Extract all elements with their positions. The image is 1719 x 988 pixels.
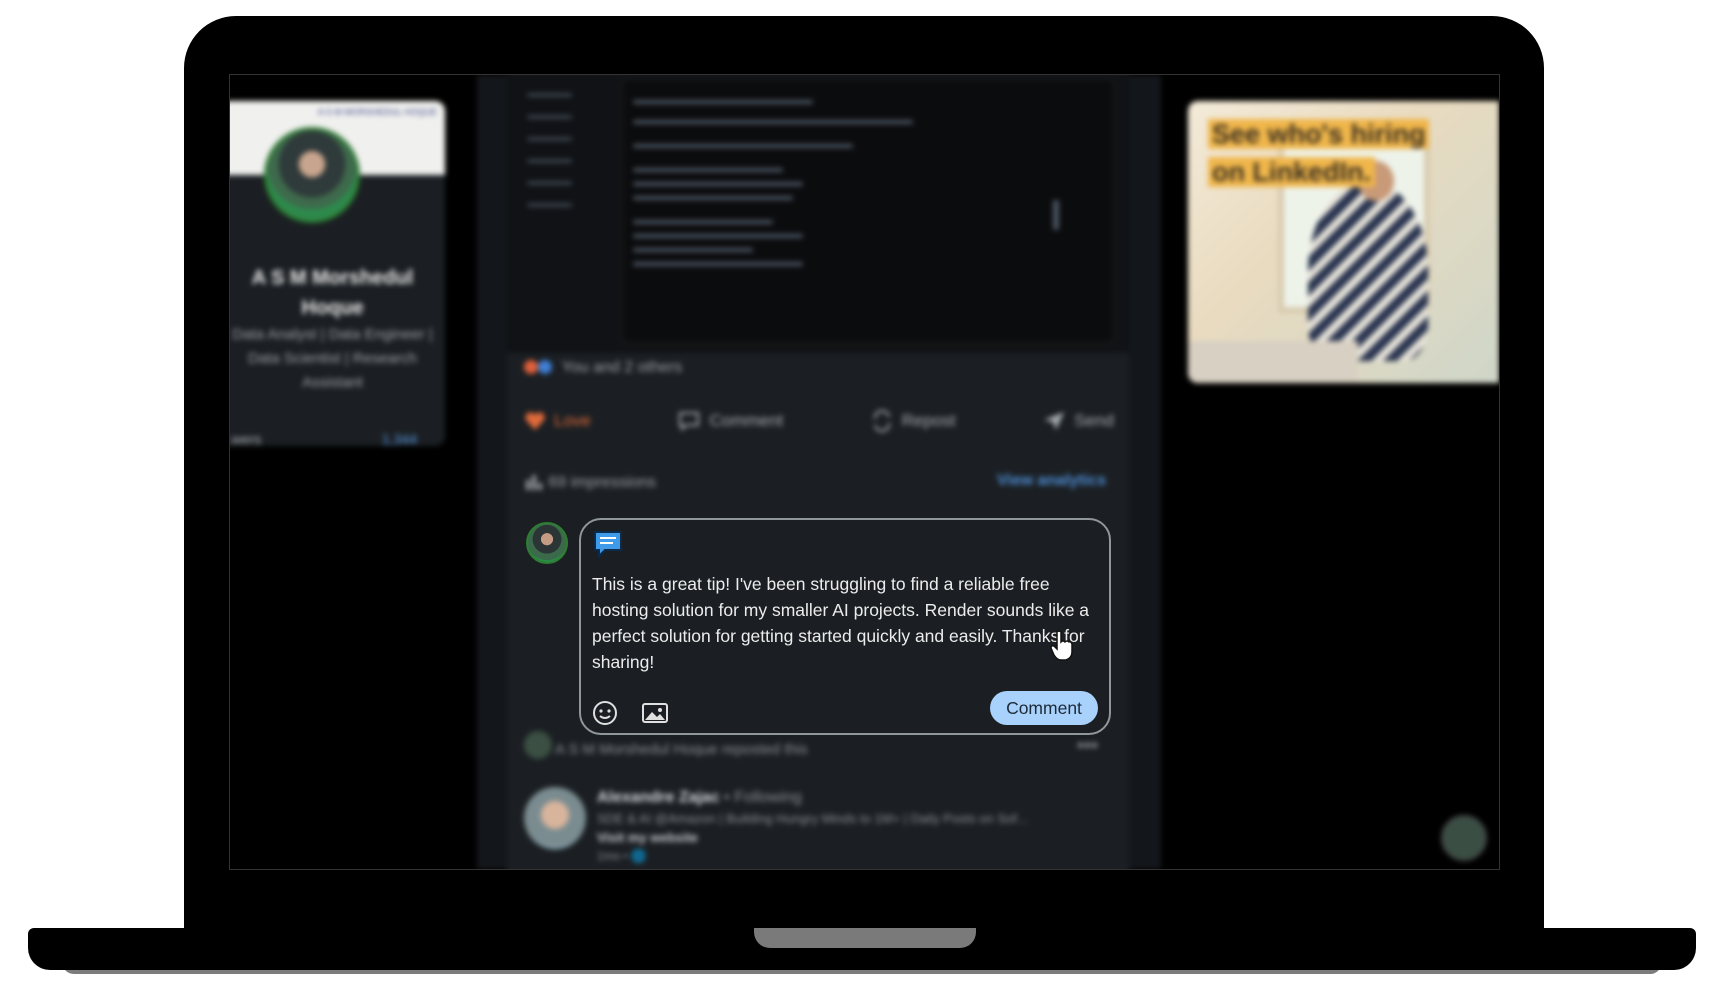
hand-cursor-icon (1050, 630, 1073, 661)
love-reaction-icon (524, 360, 538, 374)
code-sidebar-line (527, 93, 572, 97)
author-avatar[interactable] (524, 787, 586, 849)
comment-action-label: Comment (709, 411, 784, 430)
love-button[interactable]: Love (524, 409, 591, 433)
code-line (633, 248, 753, 252)
screen: A S M MORSHEDUL HOQUE A S M Morshedul Ho… (229, 74, 1500, 870)
send-button[interactable]: Send (1042, 409, 1114, 433)
post-time: 1mo • 🌐 (597, 849, 647, 863)
impressions: 69 impressions (524, 472, 656, 492)
profile-card[interactable]: A S M MORSHEDUL HOQUE A S M Morshedul Ho… (230, 101, 445, 446)
post-image[interactable] (507, 75, 1129, 353)
reactions-text: You and 2 others (561, 359, 683, 376)
reactions-summary[interactable]: You and 2 others (524, 359, 682, 377)
reposter-avatar[interactable] (524, 731, 552, 759)
ad-laptop-graphic (1188, 341, 1358, 383)
code-scrollbar (1053, 200, 1059, 230)
code-sidebar-line (527, 137, 572, 141)
author-headline: SDE & AI @Amazon | Building Hungry Minds… (597, 811, 1028, 826)
code-line (633, 262, 803, 266)
emoji-icon[interactable] (592, 700, 618, 726)
image-icon[interactable] (641, 700, 669, 726)
profile-stat-value[interactable]: 1,344 (382, 431, 417, 446)
author-name[interactable]: Alexandre Zajac (597, 789, 720, 806)
ad-headline-line1: See who's hiring (1208, 119, 1430, 149)
comment-submit-button[interactable]: Comment (990, 691, 1098, 725)
following-status: • Following (719, 789, 802, 806)
code-sidebar-line (527, 181, 572, 185)
hiring-ad[interactable]: See who's hiring on LinkedIn. (1188, 101, 1499, 383)
heart-icon (525, 412, 545, 430)
repost-label: Repost (901, 411, 956, 430)
comment-input[interactable]: This is a great tip! I've been strugglin… (592, 571, 1092, 675)
ad-headline-line2: on LinkedIn. (1208, 157, 1375, 187)
send-icon (1044, 412, 1065, 430)
ad-headline: See who's hiring on LinkedIn. (1208, 115, 1430, 191)
commenter-avatar[interactable] (526, 522, 568, 564)
code-line (633, 144, 853, 148)
visit-website-link[interactable]: Visit my website (597, 830, 698, 845)
comment-icon (679, 412, 700, 431)
laptop-notch (754, 928, 976, 948)
banner-text: A S M MORSHEDUL HOQUE (317, 107, 437, 117)
ad-person-graphic (1308, 181, 1428, 361)
post-actions: Love Comment Repost Send (524, 409, 1114, 433)
code-line (633, 196, 793, 200)
messaging-avatar[interactable] (1441, 815, 1487, 861)
author-name-row[interactable]: Alexandre Zajac • Following (597, 789, 802, 807)
impressions-text: 69 impressions (548, 474, 657, 491)
code-line (633, 120, 913, 124)
more-options-icon[interactable]: ••• (1077, 735, 1098, 758)
speech-bubble-icon (594, 531, 622, 558)
repost-button[interactable]: Repost (870, 409, 956, 433)
repost-line[interactable]: A S M Morshedul Hoque reposted this (555, 741, 808, 758)
send-label: Send (1074, 411, 1114, 430)
code-line (633, 234, 803, 238)
bar-chart-icon (526, 475, 542, 490)
comment-action-button[interactable]: Comment (677, 409, 783, 433)
repost-icon (873, 409, 890, 433)
code-sidebar-line (527, 203, 572, 207)
profile-stat-label: ...wers (230, 431, 262, 446)
like-reaction-icon (538, 360, 553, 374)
code-line (633, 182, 803, 186)
code-panel (622, 79, 1114, 343)
love-label: Love (554, 411, 591, 430)
code-line (633, 168, 783, 172)
code-line (633, 220, 773, 224)
code-sidebar-line (527, 159, 572, 163)
profile-avatar[interactable] (264, 127, 360, 223)
comment-composer[interactable]: This is a great tip! I've been strugglin… (579, 518, 1111, 735)
view-analytics-link[interactable]: View analytics (997, 472, 1106, 490)
code-sidebar-line (527, 115, 572, 119)
profile-name[interactable]: A S M Morshedul Hoque (230, 263, 445, 323)
feed-column: You and 2 others Love Comment Repost Sen… (477, 75, 1161, 869)
profile-headline: Data Analyst | Data Engineer | Data Scie… (232, 326, 433, 391)
code-line (633, 100, 813, 104)
